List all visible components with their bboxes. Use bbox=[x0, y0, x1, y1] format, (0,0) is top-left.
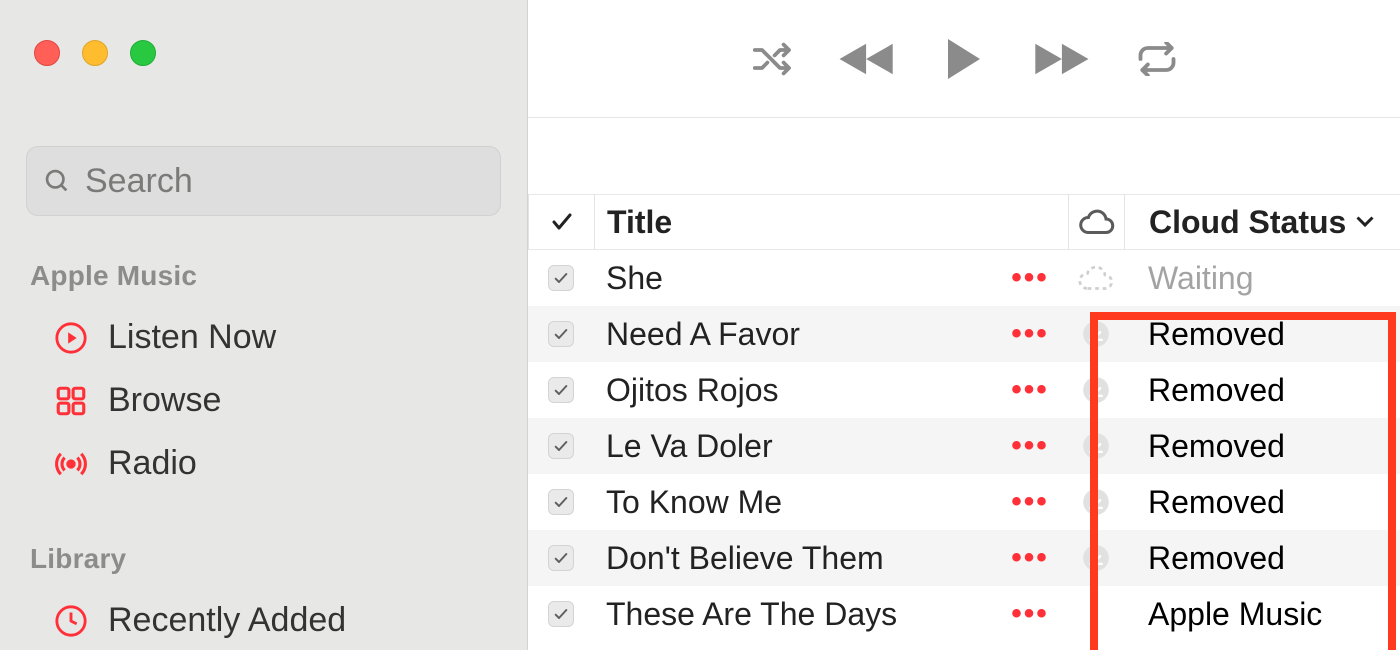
column-header-cloud-status[interactable]: Cloud Status bbox=[1124, 195, 1400, 249]
table-header-row: Title Cloud Status bbox=[528, 194, 1400, 250]
grid-icon bbox=[54, 384, 88, 418]
row-checkbox[interactable] bbox=[528, 377, 594, 403]
main-panel: Title Cloud Status She ••• Waiting Need A F… bbox=[528, 0, 1400, 650]
row-checkbox[interactable] bbox=[528, 321, 594, 347]
clock-icon bbox=[54, 604, 88, 638]
ellipsis-icon: ••• bbox=[1011, 485, 1049, 519]
minimize-window-button[interactable] bbox=[82, 40, 108, 66]
close-window-button[interactable] bbox=[34, 40, 60, 66]
ellipsis-icon: ••• bbox=[1011, 597, 1049, 631]
row-more-button[interactable]: ••• bbox=[992, 261, 1068, 295]
songs-view: Title Cloud Status She ••• Waiting Need A F… bbox=[528, 118, 1400, 642]
table-row[interactable]: She ••• Waiting bbox=[528, 250, 1400, 306]
ellipsis-icon: ••• bbox=[1011, 541, 1049, 575]
previous-button[interactable] bbox=[839, 40, 897, 78]
column-header-checked[interactable] bbox=[528, 195, 594, 249]
ellipsis-icon: ••• bbox=[1011, 373, 1049, 407]
row-title: Don't Believe Them bbox=[594, 540, 992, 577]
column-header-cloud-icon[interactable] bbox=[1068, 195, 1124, 249]
sidebar-item-label: Listen Now bbox=[108, 318, 276, 357]
table-row[interactable]: Le Va Doler ••• Removed bbox=[528, 418, 1400, 474]
sidebar-item-listen-now[interactable]: Listen Now bbox=[0, 306, 527, 369]
row-checkbox[interactable] bbox=[528, 489, 594, 515]
playback-toolbar bbox=[528, 0, 1400, 118]
sidebar-item-label: Radio bbox=[108, 444, 197, 483]
row-cloud-status: Removed bbox=[1124, 372, 1400, 409]
row-title: These Are The Days bbox=[594, 596, 992, 633]
row-title: She bbox=[594, 260, 992, 297]
row-more-button[interactable]: ••• bbox=[992, 485, 1068, 519]
row-cloud-icon bbox=[1068, 544, 1124, 572]
table-row[interactable]: These Are The Days ••• Apple Music bbox=[528, 586, 1400, 642]
row-more-button[interactable]: ••• bbox=[992, 373, 1068, 407]
row-checkbox[interactable] bbox=[528, 265, 594, 291]
sidebar-item-recently-added[interactable]: Recently Added bbox=[0, 589, 527, 650]
sidebar-section-library: Library bbox=[0, 535, 527, 589]
row-cloud-icon bbox=[1068, 264, 1124, 292]
play-button[interactable] bbox=[943, 35, 985, 83]
row-checkbox[interactable] bbox=[528, 433, 594, 459]
app-window: Search Apple Music Listen Now Browse Rad… bbox=[0, 0, 1400, 650]
row-cloud-icon bbox=[1068, 488, 1124, 516]
sidebar-item-browse[interactable]: Browse bbox=[0, 369, 527, 432]
maximize-window-button[interactable] bbox=[130, 40, 156, 66]
ellipsis-icon: ••• bbox=[1011, 317, 1049, 351]
sidebar-item-label: Browse bbox=[108, 381, 221, 420]
row-cloud-status: Removed bbox=[1124, 484, 1400, 521]
ellipsis-icon: ••• bbox=[1011, 261, 1049, 295]
sidebar-section-apple-music: Apple Music bbox=[0, 252, 527, 306]
column-header-title[interactable]: Title bbox=[594, 195, 992, 249]
sidebar-item-radio[interactable]: Radio bbox=[0, 432, 527, 495]
window-controls bbox=[0, 40, 527, 66]
row-title: To Know Me bbox=[594, 484, 992, 521]
row-more-button[interactable]: ••• bbox=[992, 429, 1068, 463]
cloud-icon bbox=[1079, 208, 1115, 236]
row-cloud-status: Removed bbox=[1124, 540, 1400, 577]
row-checkbox[interactable] bbox=[528, 545, 594, 571]
table-row[interactable]: Don't Believe Them ••• Removed bbox=[528, 530, 1400, 586]
row-cloud-icon bbox=[1068, 376, 1124, 404]
row-title: Ojitos Rojos bbox=[594, 372, 992, 409]
sidebar: Search Apple Music Listen Now Browse Rad… bbox=[0, 0, 528, 650]
row-more-button[interactable]: ••• bbox=[992, 541, 1068, 575]
table-row[interactable]: To Know Me ••• Removed bbox=[528, 474, 1400, 530]
search-container: Search bbox=[26, 146, 501, 216]
row-cloud-status: Waiting bbox=[1124, 260, 1400, 297]
row-cloud-status: Apple Music bbox=[1124, 596, 1400, 633]
chevron-down-icon bbox=[1356, 216, 1374, 228]
radio-waves-icon bbox=[54, 447, 88, 481]
search-input[interactable]: Search bbox=[26, 146, 501, 216]
row-cloud-status: Removed bbox=[1124, 316, 1400, 353]
play-circle-icon bbox=[54, 321, 88, 355]
table-row[interactable]: Need A Favor ••• Removed bbox=[528, 306, 1400, 362]
shuffle-button[interactable] bbox=[749, 41, 793, 77]
row-cloud-icon bbox=[1068, 320, 1124, 348]
repeat-button[interactable] bbox=[1135, 42, 1179, 76]
row-more-button[interactable]: ••• bbox=[992, 317, 1068, 351]
search-placeholder: Search bbox=[85, 162, 193, 201]
search-icon bbox=[43, 167, 71, 195]
row-title: Le Va Doler bbox=[594, 428, 992, 465]
ellipsis-icon: ••• bbox=[1011, 429, 1049, 463]
row-more-button[interactable]: ••• bbox=[992, 597, 1068, 631]
row-checkbox[interactable] bbox=[528, 601, 594, 627]
next-button[interactable] bbox=[1031, 40, 1089, 78]
songs-table: Title Cloud Status She ••• Waiting Need A F… bbox=[528, 194, 1400, 642]
sidebar-item-label: Recently Added bbox=[108, 601, 346, 640]
check-icon bbox=[550, 210, 574, 234]
row-cloud-status: Removed bbox=[1124, 428, 1400, 465]
row-title: Need A Favor bbox=[594, 316, 992, 353]
table-row[interactable]: Ojitos Rojos ••• Removed bbox=[528, 362, 1400, 418]
row-cloud-icon bbox=[1068, 432, 1124, 460]
